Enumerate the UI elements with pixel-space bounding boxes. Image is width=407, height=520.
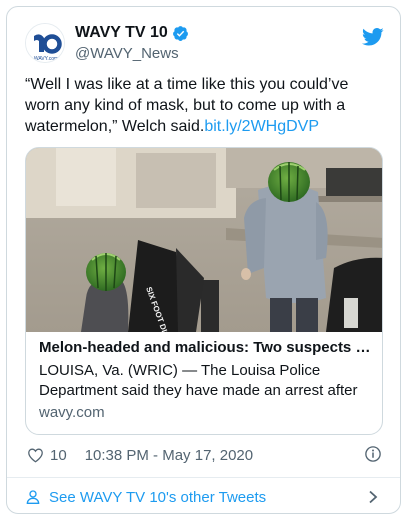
wavy-logo-icon: WAVY.com [26,24,64,62]
link-card-domain: wavy.com [39,404,105,421]
twitter-bird-icon[interactable] [362,27,384,47]
account-handle[interactable]: @WAVY_News [75,44,189,64]
preview-image: SIX FOOT DISTANCE [26,148,382,332]
like-count[interactable]: 10 [50,447,67,464]
display-name[interactable]: WAVY TV 10 [75,23,189,43]
avatar-text: WAVY.com [34,56,58,62]
tweet-meta: 10 10:38 PM - May 17, 2020 [27,444,386,466]
chevron-right-icon [369,490,378,504]
tweet-link[interactable]: bit.ly/2WHgDVP [204,118,319,135]
see-other-tweets-link[interactable]: See WAVY TV 10's other Tweets [25,483,386,511]
tweet-timestamp[interactable]: 10:38 PM - May 17, 2020 [85,447,253,464]
display-name-text: WAVY TV 10 [75,24,168,41]
verified-badge-icon [172,25,188,41]
person-icon [26,490,40,504]
link-card-description: LOUISA, Va. (WRIC) — The Louisa Police D… [39,362,358,399]
tweet-header: WAVY.com WAVY TV 10 @WAVY_News [25,21,386,69]
heart-icon[interactable] [27,447,44,463]
tweet-text: “Well I was like at a time like this you… [25,74,385,137]
link-card-title: Melon-headed and malicious: Two suspects… [39,339,374,356]
see-other-tweets-label: See WAVY TV 10's other Tweets [49,488,267,506]
account-avatar[interactable]: WAVY.com [25,23,65,63]
info-icon[interactable] [364,445,382,463]
link-card-body: Melon-headed and malicious: Two suspects… [39,338,374,421]
embedded-tweet-card: WAVY.com WAVY TV 10 @WAVY_News “Well I w… [6,6,401,514]
account-names: WAVY TV 10 @WAVY_News [75,23,189,64]
footer-divider [7,477,400,478]
link-preview-card[interactable]: SIX FOOT DISTANCE Melon-headed and malic… [25,147,383,435]
